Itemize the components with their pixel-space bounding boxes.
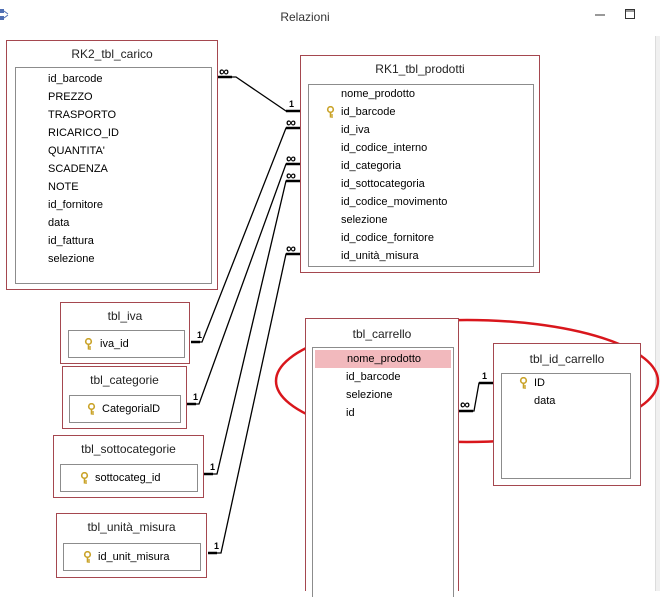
field-list[interactable]: CategorialD — [69, 395, 181, 423]
table-title: tbl_sottocategorie — [81, 442, 176, 456]
field-label: ID — [534, 377, 545, 389]
table-tbl-unita-misura[interactable]: tbl_unità_misura id_unit_misura — [56, 513, 207, 578]
many-marker: ∞ — [460, 396, 470, 412]
field-list[interactable]: id_barcode PREZZO TRASPORTO RICARICO_ID … — [15, 67, 212, 284]
field-selezione[interactable]: selezione — [309, 211, 533, 229]
field-nome-prodotto[interactable]: nome_prodotto — [309, 85, 533, 103]
field-id-sottocategoria[interactable]: id_sottocategoria — [309, 175, 533, 193]
field-id[interactable]: id — [313, 404, 453, 422]
field-id-codice-movimento[interactable]: id_codice_movimento — [309, 193, 533, 211]
field-scadenza[interactable]: SCADENZA — [16, 160, 211, 178]
table-rk1-tbl-prodotti[interactable]: RK1_tbl_prodotti nome_prodotto id_barcod… — [300, 55, 540, 273]
field-id-unita-misura[interactable]: id_unità_misura — [309, 247, 533, 265]
table-tbl-sottocategorie[interactable]: tbl_sottocategorie sottocateg_id — [53, 435, 204, 498]
field-selezione[interactable]: selezione — [313, 386, 453, 404]
table-title: tbl_iva — [107, 309, 143, 323]
many-marker: ∞ — [219, 63, 229, 79]
many-marker: ∞ — [286, 114, 296, 130]
field-id-fattura[interactable]: id_fattura — [16, 232, 211, 250]
field-categoria-id[interactable]: CategorialD — [70, 400, 180, 418]
field-id-barcode[interactable]: id_barcode — [313, 368, 453, 386]
field-id-codice-fornitore[interactable]: id_codice_fornitore — [309, 229, 533, 247]
field-iva-id[interactable]: iva_id — [69, 335, 184, 353]
relationship-line-carico-prodotti — [218, 76, 300, 112]
key-icon — [83, 551, 92, 563]
many-marker: ∞ — [286, 150, 296, 166]
table-title: tbl_unità_misura — [87, 520, 176, 534]
table-tbl-iva[interactable]: tbl_iva iva_id — [60, 302, 190, 364]
field-id-barcode[interactable]: id_barcode — [309, 103, 533, 121]
field-label: id_barcode — [341, 106, 396, 118]
field-list[interactable]: sottocateg_id — [60, 464, 198, 492]
field-trasporto[interactable]: TRASPORTO — [16, 106, 211, 124]
table-title: tbl_carrello — [352, 327, 412, 341]
one-marker: 1 — [482, 371, 488, 381]
field-prezzo[interactable]: PREZZO — [16, 88, 211, 106]
table-tbl-carrello[interactable]: tbl_carrello nome_prodotto id_barcode se… — [305, 318, 459, 597]
key-icon — [87, 403, 96, 415]
field-data[interactable]: data — [502, 392, 630, 410]
field-list[interactable]: iva_id — [68, 330, 185, 358]
field-id-barcode[interactable]: id_barcode — [16, 70, 211, 88]
field-list[interactable]: nome_prodotto id_barcode selezione id — [312, 347, 454, 597]
table-title: RK2_tbl_carico — [71, 47, 153, 61]
table-title: tbl_categorie — [90, 373, 159, 387]
field-nome-prodotto[interactable]: nome_prodotto — [315, 350, 451, 368]
one-marker: 1 — [193, 392, 199, 402]
field-ricarico-id[interactable]: RICARICO_ID — [16, 124, 211, 142]
field-label: sottocateg_id — [95, 472, 161, 484]
table-rk2-tbl-carico[interactable]: RK2_tbl_carico id_barcode PREZZO TRASPOR… — [6, 40, 218, 290]
field-id-categoria[interactable]: id_categoria — [309, 157, 533, 175]
key-icon — [326, 106, 335, 118]
table-title: RK1_tbl_prodotti — [375, 62, 465, 76]
one-marker: 1 — [197, 330, 203, 340]
one-marker: 1 — [289, 99, 295, 109]
one-marker: 1 — [210, 462, 216, 472]
field-id-iva[interactable]: id_iva — [309, 121, 533, 139]
field-list[interactable]: ID data — [501, 373, 631, 479]
field-data[interactable]: data — [16, 214, 211, 232]
field-id-unit-misura[interactable]: id_unit_misura — [64, 548, 200, 566]
field-note[interactable]: NOTE — [16, 178, 211, 196]
field-id-fornitore[interactable]: id_fornitore — [16, 196, 211, 214]
table-tbl-categorie[interactable]: tbl_categorie CategorialD — [62, 366, 187, 429]
one-marker: 1 — [214, 541, 220, 551]
field-list[interactable]: id_unit_misura — [63, 543, 201, 571]
key-icon — [84, 338, 93, 350]
many-marker: ∞ — [286, 167, 296, 183]
key-icon — [519, 377, 528, 389]
field-selezione[interactable]: selezione — [16, 250, 211, 268]
table-tbl-id-carrello[interactable]: tbl_id_carrello ID data — [493, 343, 641, 486]
field-label: CategorialD — [102, 403, 161, 415]
field-id-codice-interno[interactable]: id_codice_interno — [309, 139, 533, 157]
relationship-line-sottocategorie-prodotti — [204, 180, 300, 475]
field-id-key[interactable]: ID — [502, 374, 630, 392]
relationship-line-unita-prodotti — [208, 253, 300, 554]
field-sottocateg-id[interactable]: sottocateg_id — [61, 469, 197, 487]
table-title: tbl_id_carrello — [529, 352, 605, 366]
field-label: iva_id — [100, 338, 129, 350]
key-icon — [80, 472, 89, 484]
field-label: id_unit_misura — [98, 551, 170, 563]
field-list[interactable]: nome_prodotto id_barcode id_iva id_codic… — [308, 84, 534, 267]
many-marker: ∞ — [286, 240, 296, 256]
field-quantita[interactable]: QUANTITA' — [16, 142, 211, 160]
